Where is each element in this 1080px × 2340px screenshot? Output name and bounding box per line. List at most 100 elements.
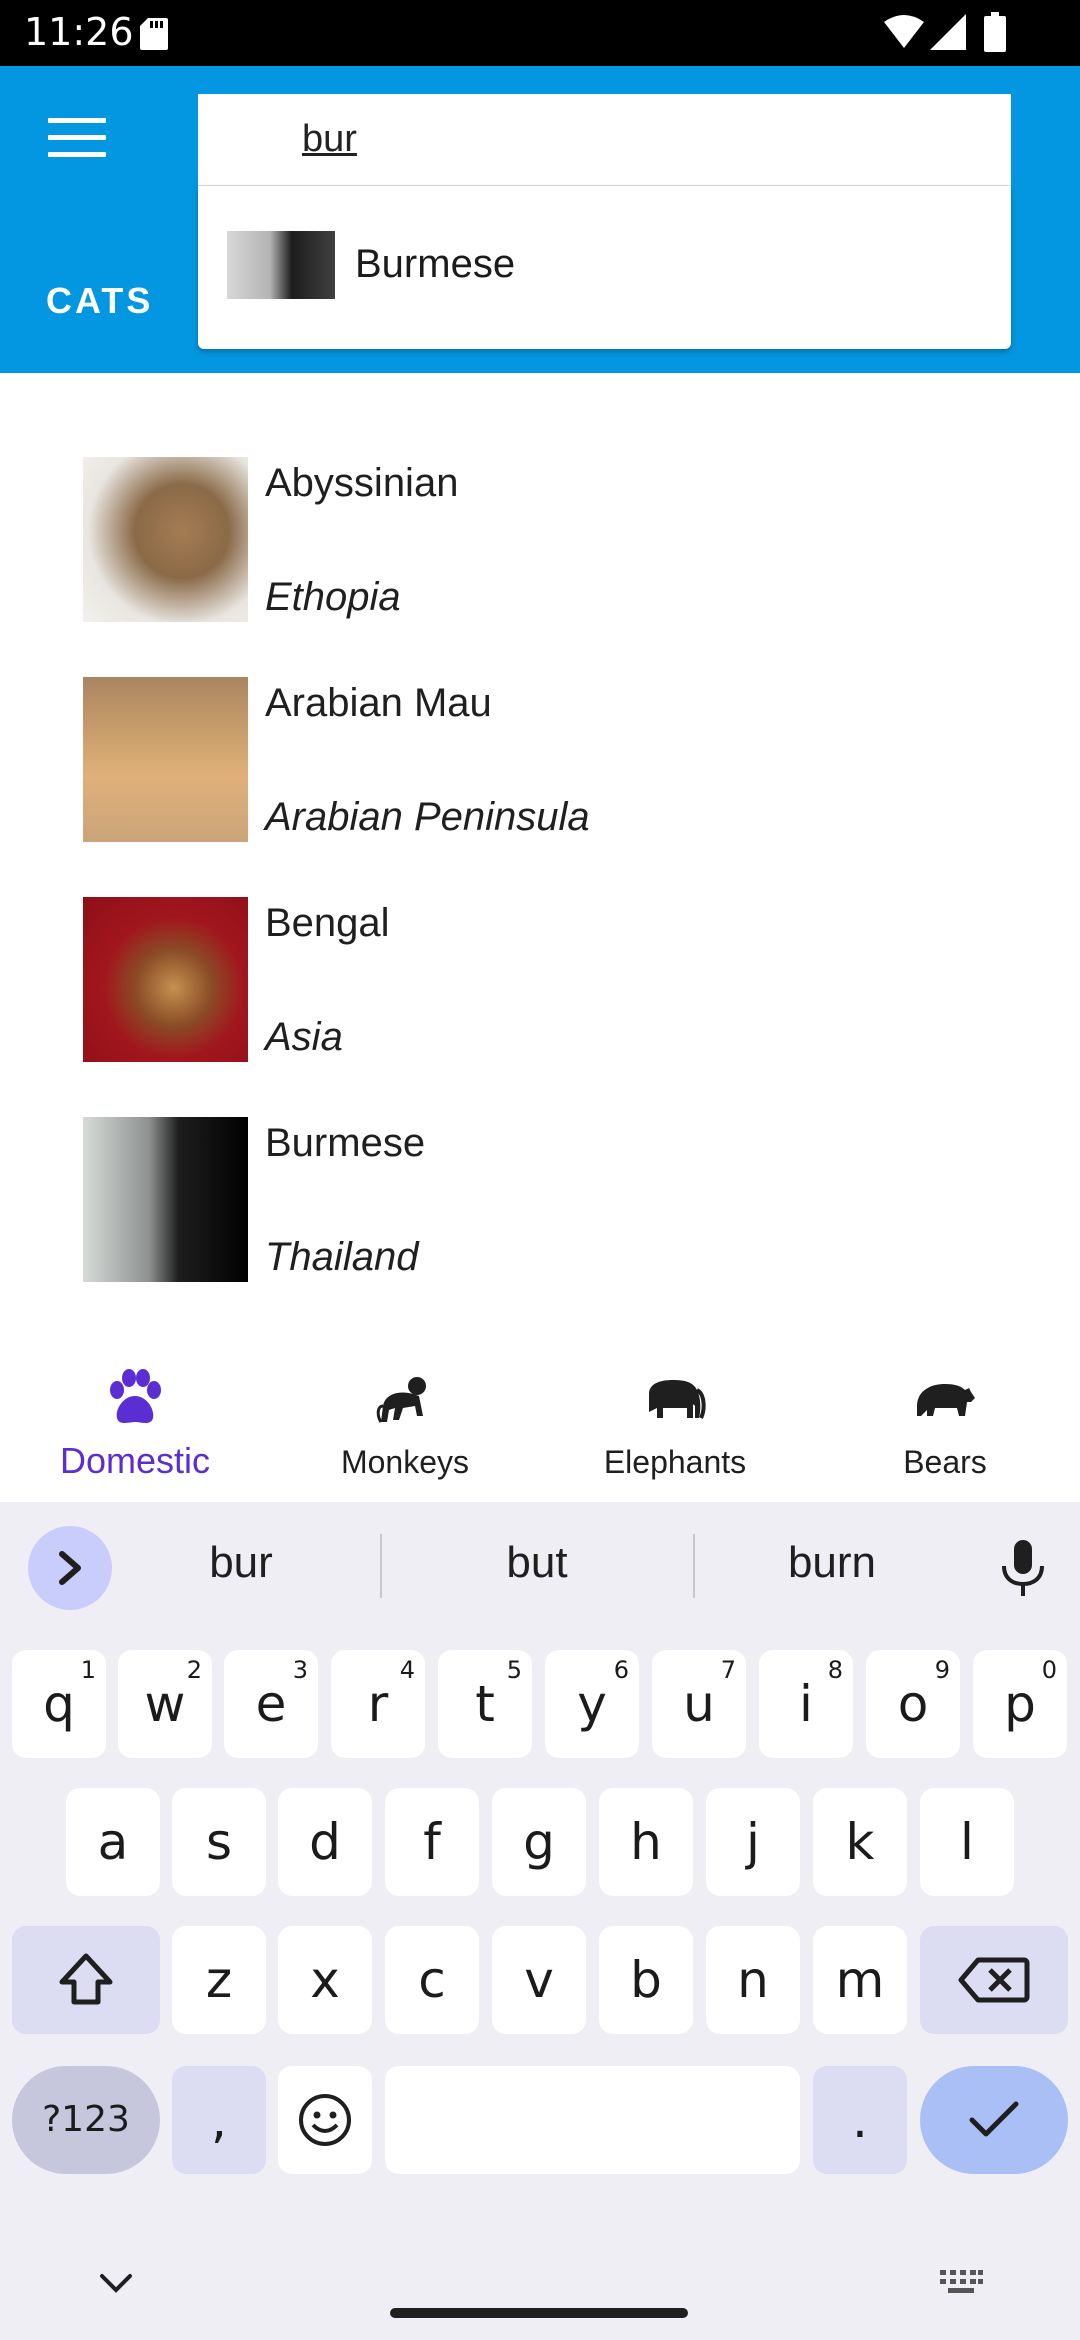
key-f[interactable]: f [385,1788,479,1896]
cat-name: Abyssinian [265,461,459,505]
key-x[interactable]: x [278,1926,372,2034]
key-k[interactable]: k [813,1788,907,1896]
list-item[interactable]: Bengal Asia [83,897,983,1063]
suggestion-divider [693,1534,695,1598]
keyboard-suggestion[interactable]: bur [116,1538,366,1588]
key-n[interactable]: n [706,1926,800,2034]
key-number-hint: 5 [506,1656,522,1684]
status-time: 11:26 [24,10,134,54]
key-w[interactable]: w2 [118,1650,212,1758]
list-item[interactable]: Arabian Mau Arabian Peninsula [83,677,983,843]
shift-key[interactable] [12,1926,160,2034]
wifi-icon [884,15,924,48]
key-j[interactable]: j [706,1788,800,1896]
key-i[interactable]: i8 [759,1650,853,1758]
keyboard-suggestion[interactable]: but [412,1538,662,1588]
list-item[interactable]: Burmese Thailand [83,1117,983,1283]
enter-key[interactable] [920,2066,1068,2174]
screen: 11:26 CATS bur Burmese Abyssinian Ethopi… [0,0,1080,2340]
key-d[interactable]: d [278,1788,372,1896]
bear-icon [917,1384,975,1416]
shift-icon [59,1953,113,2005]
keyboard-switch-icon[interactable] [938,2268,984,2296]
key-o[interactable]: o9 [866,1650,960,1758]
comma-key[interactable]: , [172,2066,266,2174]
key-l[interactable]: l [920,1788,1014,1896]
search-suggestion-item[interactable]: Burmese [198,186,1011,349]
key-m[interactable]: m [813,1926,907,2034]
key-label: y [577,1675,607,1733]
key-number-hint: 9 [934,1656,950,1684]
key-label: r [367,1675,389,1733]
key-c[interactable]: c [385,1926,479,2034]
key-s[interactable]: s [172,1788,266,1896]
cat-thumbnail [83,897,248,1062]
nav-item-monkeys[interactable]: Monkeys [270,1352,540,1502]
key-g[interactable]: g [492,1788,586,1896]
backspace-key[interactable] [920,1926,1068,2034]
key-e[interactable]: e3 [224,1650,318,1758]
key-a[interactable]: a [66,1788,160,1896]
list-item[interactable]: Abyssinian Ethopia [83,457,983,623]
key-number-hint: 0 [1041,1656,1057,1684]
key-t[interactable]: t5 [438,1650,532,1758]
tab-cats-label: CATS [46,280,154,321]
key-u[interactable]: u7 [652,1650,746,1758]
key-label: u [683,1675,715,1733]
microphone-icon[interactable] [1000,1540,1046,1598]
search-suggestion-dropdown: Burmese [198,186,1011,349]
bottom-navigation: Domestic Monkeys Elephants Bears [0,1352,1080,1502]
home-indicator[interactable] [390,2308,688,2318]
key-number-hint: 8 [827,1656,843,1684]
cat-origin: Thailand [265,1235,419,1279]
cat-thumbnail [83,1117,248,1282]
nav-label: Elephants [603,1444,747,1480]
nav-item-elephants[interactable]: Elephants [540,1352,810,1502]
cat-origin: Ethopia [265,575,401,619]
key-number-hint: 1 [80,1656,96,1684]
tab-cats[interactable]: CATS [0,266,196,373]
key-h[interactable]: h [599,1788,693,1896]
sd-card-icon [140,18,168,50]
suggestion-thumbnail [227,231,335,299]
keyboard-suggestions-toggle[interactable] [28,1526,112,1610]
period-key[interactable]: . [813,2066,907,2174]
emoji-icon [299,2094,351,2146]
nav-label: Bears [903,1444,987,1480]
key-v[interactable]: v [492,1926,586,2034]
key-label: i [799,1675,813,1733]
key-p[interactable]: p0 [973,1650,1067,1758]
key-label: t [475,1675,495,1733]
nav-item-domestic[interactable]: Domestic [0,1352,270,1502]
suggestion-divider [380,1534,382,1598]
key-q[interactable]: q1 [12,1650,106,1758]
chevron-down-icon[interactable] [98,2272,134,2294]
key-r[interactable]: r4 [331,1650,425,1758]
key-z[interactable]: z [172,1926,266,2034]
key-number-hint: 7 [720,1656,736,1684]
key-y[interactable]: y6 [545,1650,639,1758]
key-label: e [255,1675,287,1733]
nav-item-bears[interactable]: Bears [810,1352,1080,1502]
key-number-hint: 3 [292,1656,308,1684]
search-input[interactable]: bur [198,94,1011,186]
cat-thumbnail [83,677,248,842]
key-label: w [144,1675,186,1733]
space-key[interactable] [385,2066,800,2174]
soft-keyboard: bur but burn q1 w2 e3 r4 t5 y6 u7 i8 o9 … [0,1502,1080,2340]
key-number-hint: 4 [399,1656,415,1684]
battery-icon [984,12,1006,52]
key-number-hint: 2 [186,1656,202,1684]
search-query-text: bur [302,118,357,160]
key-b[interactable]: b [599,1926,693,2034]
key-label: q [43,1675,75,1733]
emoji-key[interactable] [278,2066,372,2174]
nav-label: Domestic [59,1440,211,1481]
cat-thumbnail [83,457,248,622]
key-label: p [1004,1675,1036,1733]
symbols-key[interactable]: ?123 [12,2066,160,2174]
key-label: o [897,1675,929,1733]
hamburger-menu-icon[interactable] [48,118,106,162]
keyboard-suggestion[interactable]: burn [707,1538,957,1588]
status-bar: 11:26 [0,0,1080,66]
